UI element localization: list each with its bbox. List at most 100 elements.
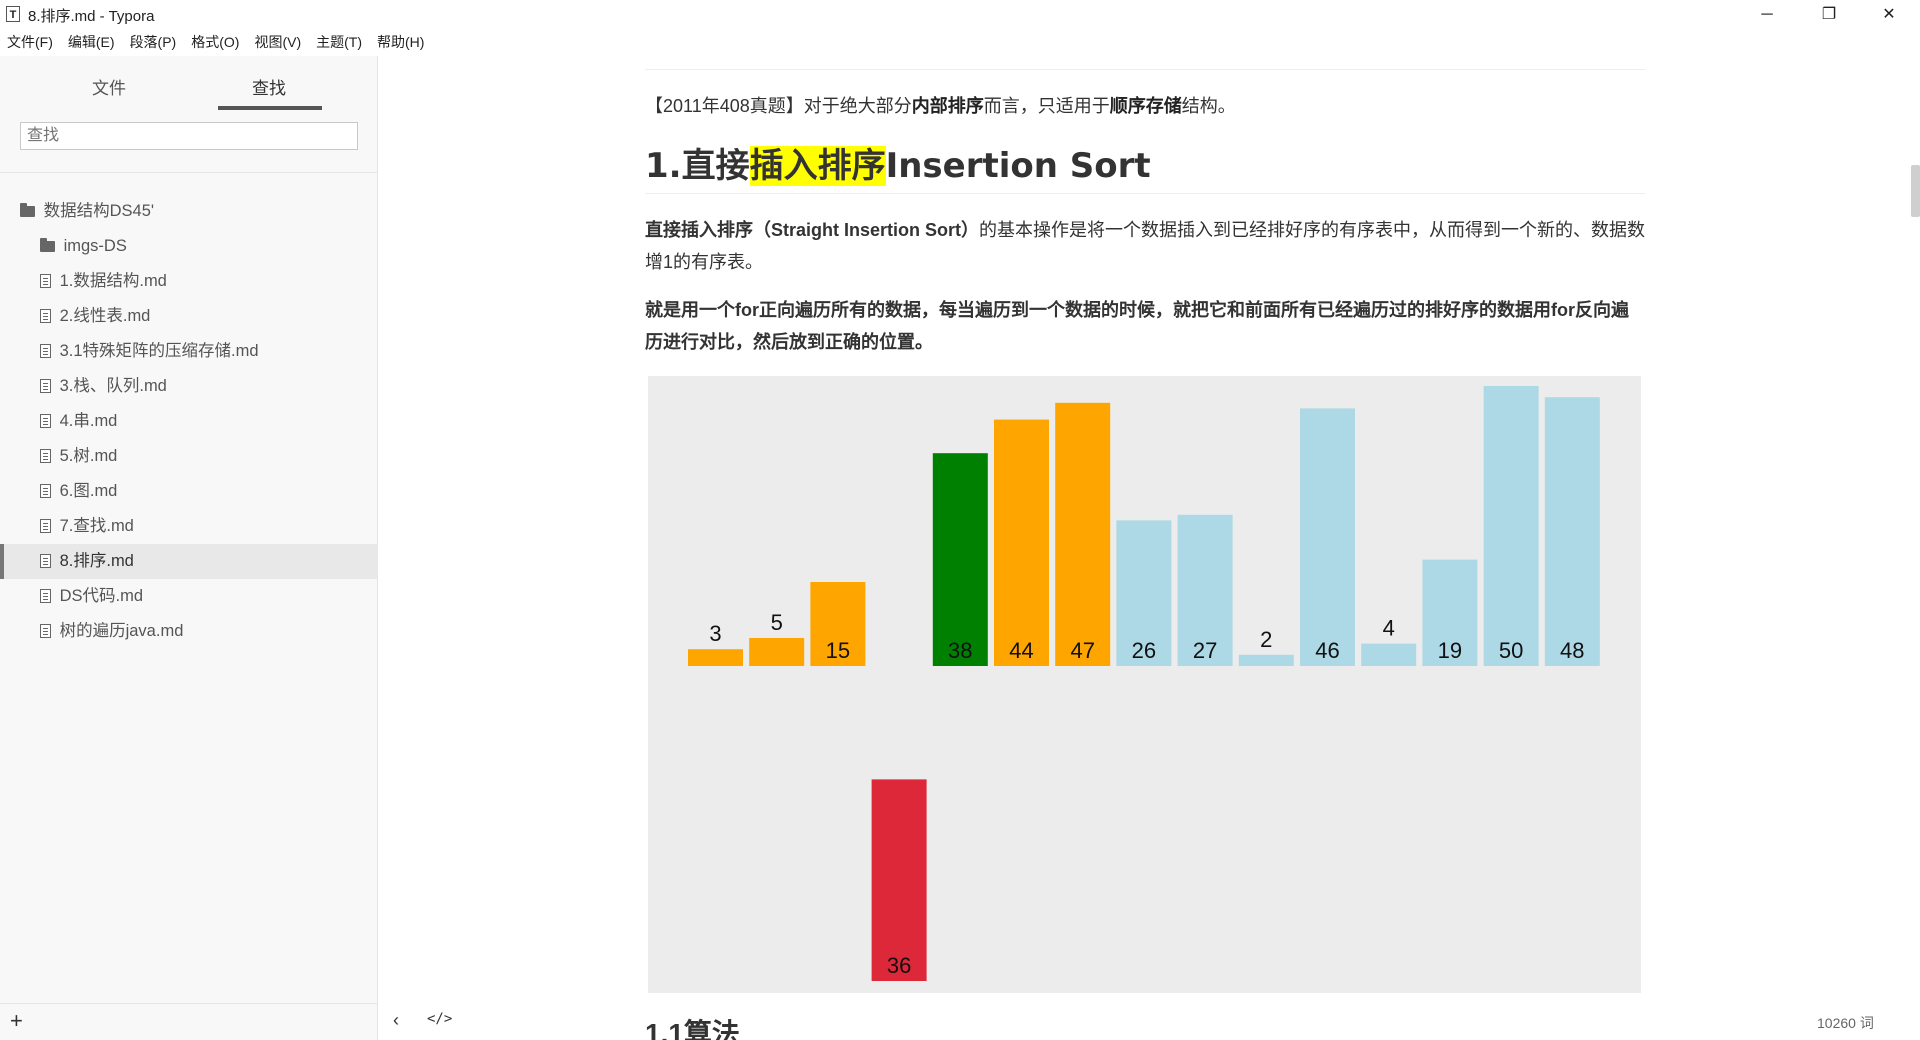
tree-item-label: 树的遍历java.md	[59, 622, 184, 640]
insertion-sort-animation: 3 5 15 38 44 47 26 27 2 46 4 19 50 48 36	[648, 376, 1641, 993]
editor-content[interactable]: 【2011年408真题】对于绝大部分内部排序而言，只适用于顺序存储结构。 1.直…	[645, 56, 1645, 1040]
menu-edit[interactable]: 编辑(E)	[68, 32, 115, 52]
folder-icon	[20, 203, 35, 217]
tree-item-label: 4.串.md	[59, 412, 118, 430]
bar-value-label: 19	[1438, 638, 1462, 663]
bar-value-label: 44	[1009, 638, 1033, 663]
menu-theme[interactable]: 主题(T)	[316, 32, 362, 52]
minimize-button[interactable]: ─	[1738, 0, 1796, 30]
tree-item-label: 3.1特殊矩阵的压缩存储.md	[59, 342, 259, 360]
tree-item-label: 6.图.md	[59, 482, 118, 500]
tree-item-file[interactable]: 1.数据结构.md	[0, 264, 378, 299]
paragraph: 直接插入排序（Straight Insertion Sort）的基本操作是将一个…	[645, 214, 1645, 278]
file-icon	[40, 449, 51, 463]
bar-top-9	[1238, 654, 1294, 666]
tree-item-file[interactable]: 7.查找.md	[0, 509, 378, 544]
bar-value-label: 3	[709, 621, 721, 646]
menu-help[interactable]: 帮助(H)	[377, 32, 424, 52]
tree-item-imgs-ds[interactable]: imgs-DS	[0, 229, 378, 264]
menu-format[interactable]: 格式(O)	[191, 32, 239, 52]
scrollbar-thumb[interactable]	[1911, 165, 1920, 217]
bar-top-5	[994, 419, 1049, 666]
file-icon	[40, 274, 51, 288]
bar-value-label: 36	[887, 953, 911, 978]
tree-item-file[interactable]: 树的遍历java.md	[0, 614, 378, 649]
section-heading: 1.直接插入排序Insertion Sort	[645, 138, 1151, 187]
bar-value-label: 38	[948, 638, 972, 663]
file-icon	[40, 414, 51, 428]
source-code-toggle-icon[interactable]: </>	[427, 1011, 452, 1027]
paragraph-bold: 直接插入排序（Straight Insertion Sort）	[645, 220, 980, 240]
tree-item-file[interactable]: 3.1特殊矩阵的压缩存储.md	[0, 334, 378, 369]
tab-files[interactable]: 文件	[92, 74, 126, 99]
tree-item-label: 8.排序.md	[59, 552, 134, 570]
file-icon	[40, 484, 51, 498]
intro-paragraph: 【2011年408真题】对于绝大部分内部排序而言，只适用于顺序存储结构。	[645, 92, 1236, 118]
maximize-button[interactable]: ❐	[1800, 0, 1858, 30]
bar-value-label: 2	[1260, 627, 1272, 652]
tree-item-file[interactable]: DS代码.md	[0, 579, 378, 614]
close-button[interactable]: ✕	[1860, 0, 1918, 30]
file-icon	[40, 624, 51, 638]
bar-value-label: 15	[826, 638, 850, 663]
bar-value-label: 48	[1560, 638, 1584, 663]
divider	[0, 172, 378, 173]
folder-label: 数据结构DS45'	[43, 202, 155, 220]
bar-bottom-0	[871, 779, 927, 981]
add-file-button[interactable]: +	[10, 1008, 23, 1034]
file-icon	[40, 344, 51, 358]
tree-item-file[interactable]: 3.栈、队列.md	[0, 369, 378, 404]
word-count: 10260 词	[1817, 1015, 1874, 1031]
tree-item-label: 1.数据结构.md	[59, 272, 167, 290]
menu-file[interactable]: 文件(F)	[7, 32, 53, 52]
bar-value-label: 27	[1193, 638, 1217, 663]
file-icon	[40, 309, 51, 323]
intro-bold-text: 内部排序	[911, 96, 984, 116]
tree-item-active-file[interactable]: 8.排序.md	[0, 544, 378, 579]
tree-root-folder[interactable]: 数据结构DS45'	[0, 194, 378, 229]
intro-text: 结构。	[1181, 96, 1236, 116]
bar-top-13	[1483, 386, 1539, 666]
bar-value-label: 47	[1070, 638, 1094, 663]
tree-item-file[interactable]: 4.串.md	[0, 404, 378, 439]
file-icon	[40, 519, 51, 533]
bar-value-label: 50	[1499, 638, 1523, 663]
subheading: 1.1算法	[645, 1018, 740, 1040]
tree-item-file[interactable]: 2.线性表.md	[0, 299, 378, 334]
tab-search[interactable]: 查找	[252, 74, 286, 99]
chevron-left-icon[interactable]: ‹	[393, 1010, 399, 1031]
typora-app-icon: T	[6, 6, 20, 22]
bar-chart: 3 5 15 38 44 47 26 27 2 46 4 19 50 48 36	[688, 386, 1600, 981]
intro-text: 【2011年408真题】对于绝大部分	[645, 96, 912, 116]
title-bar: T 8.排序.md - Typora ─ ❐ ✕	[0, 0, 1920, 30]
bar-top-6	[1055, 402, 1111, 666]
bar-value-label: 4	[1383, 616, 1395, 641]
heading-text: 1.直接	[645, 146, 750, 186]
divider	[0, 1003, 378, 1004]
folder-icon	[40, 238, 55, 252]
horizontal-rule	[645, 69, 1645, 70]
tree-item-label: 5.树.md	[59, 447, 118, 465]
tree-item-label: 7.查找.md	[59, 517, 134, 535]
bar-value-label: 46	[1315, 638, 1339, 663]
bold-paragraph: 就是用一个for正向遍历所有的数据，每当遍历到一个数据的时候，就把它和前面所有已…	[645, 300, 1629, 352]
bar-top-1	[749, 638, 805, 666]
tree-item-label: imgs-DS	[63, 237, 127, 255]
bar-top-10	[1300, 408, 1355, 666]
search-input[interactable]	[20, 122, 358, 150]
bar-top-11	[1361, 643, 1417, 666]
tree-item-label: DS代码.md	[59, 587, 144, 605]
bar-top-14	[1544, 397, 1600, 666]
heading-text: Insertion Sort	[885, 146, 1151, 186]
menu-paragraph[interactable]: 段落(P)	[130, 32, 177, 52]
bar-value-label: 26	[1132, 638, 1156, 663]
tree-item-file[interactable]: 6.图.md	[0, 474, 378, 509]
menu-view[interactable]: 视图(V)	[254, 32, 301, 52]
file-icon	[40, 379, 51, 393]
intro-bold-text: 顺序存储	[1109, 96, 1182, 116]
window-title: 8.排序.md - Typora	[28, 8, 155, 25]
file-tree: 数据结构DS45' imgs-DS 1.数据结构.md 2.线性表.md 3.1…	[0, 194, 378, 649]
tree-item-file[interactable]: 5.树.md	[0, 439, 378, 474]
menu-bar: 文件(F) 编辑(E) 段落(P) 格式(O) 视图(V) 主题(T) 帮助(H)	[0, 32, 700, 54]
file-icon	[40, 554, 51, 568]
